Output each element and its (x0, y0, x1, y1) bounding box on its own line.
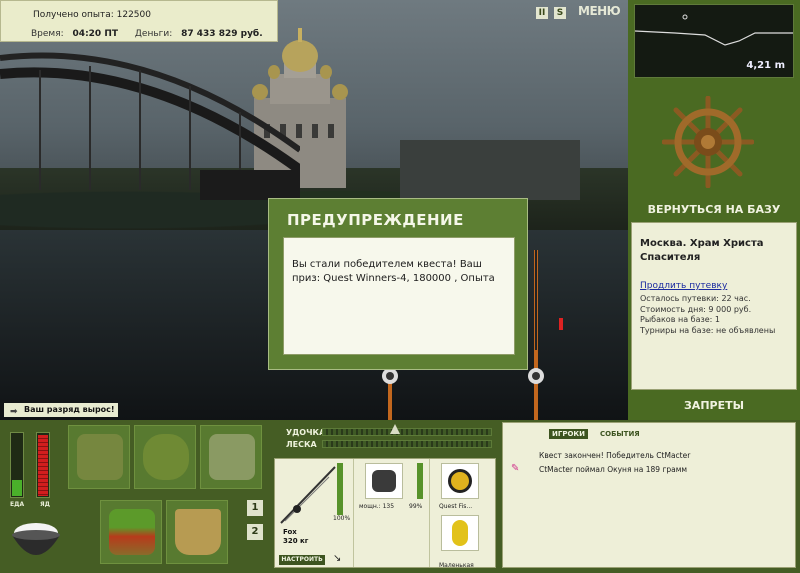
poison-bar-fill (38, 435, 48, 496)
reel-durability-bar (417, 463, 423, 499)
tackle-panel: 100% Fox 320 кг НАСТРОИТЬ ↘ мощн.: 135 9… (274, 458, 496, 569)
bridge-image (0, 52, 300, 200)
sound-button[interactable]: S (554, 7, 566, 19)
poison-bar (36, 432, 50, 498)
divider (429, 459, 430, 567)
rod-weight-text: 320 кг (283, 537, 309, 545)
tab-events[interactable]: СОБЫТИЯ (597, 429, 643, 439)
divider (353, 459, 354, 567)
rod-name-text: Fox (283, 528, 297, 536)
ship-wheel-icon[interactable] (662, 96, 754, 188)
return-to-base-button[interactable]: ВЕРНУТЬСЯ НА БАЗУ (628, 203, 800, 216)
quick-slot-2-button[interactable]: 2 (247, 524, 263, 540)
line-slot[interactable] (441, 463, 479, 499)
bait-bag-icon (209, 434, 255, 480)
dialog-body: Вы стали победителем квеста! Ваш приз: Q… (283, 237, 515, 355)
setup-button[interactable]: НАСТРОИТЬ (279, 555, 325, 565)
money-label: Деньги: (134, 29, 173, 39)
rank-up-notification[interactable]: ➡ Ваш разряд вырос! (4, 403, 118, 417)
line-name: Quest Fis... (439, 503, 473, 510)
money-value: 87 433 829 руб. (181, 29, 263, 39)
tab-players[interactable]: ИГРОКИ (549, 429, 588, 439)
quick-slot-1-button[interactable]: 1 (247, 500, 263, 516)
line-tension-meter (322, 440, 492, 448)
background-building (400, 140, 580, 200)
player-info-panel: Получено опыта: 122500 Время: 04:20 ПТ Д… (0, 0, 278, 42)
arrow-right-icon: ➡ (10, 407, 18, 417)
rod-meter-label: УДОЧКА (286, 428, 326, 437)
bucket-slot[interactable] (166, 500, 228, 564)
experience-label: Получено опыта: (33, 10, 114, 20)
location-info-line: Стоимость дня: 9 000 руб. (640, 305, 752, 314)
lure-slot[interactable] (441, 515, 479, 551)
game-screen: { "info": { "experience_label": "Получен… (0, 0, 800, 573)
chat-message: CtMacter поймал Окуня на 189 грамм (539, 465, 688, 474)
food-label: ЕДА (10, 501, 25, 508)
bucket-icon (175, 509, 221, 555)
menu-button[interactable]: МЕНЮ (578, 4, 621, 18)
reel-durability-value: 99% (409, 503, 423, 510)
location-info-line: Осталось путевки: 22 час. (640, 294, 751, 303)
location-info-box: Москва. Храм Христа Спасителя Продлить п… (631, 222, 797, 390)
line-meter-label: ЛЕСКА (286, 440, 317, 449)
extend-ticket-link[interactable]: Продлить путевку (640, 281, 727, 291)
location-info-line: Турниры на базе: не объявлены (640, 326, 776, 335)
food-bar (10, 432, 24, 498)
chat-panel: ИГРОКИ СОБЫТИЯ Квест закончен! Победител… (502, 422, 796, 568)
chat-message: Квест закончен! Победитель CtMacter (539, 451, 691, 460)
bag-slot[interactable] (134, 425, 196, 489)
pause-button[interactable]: II (536, 7, 548, 19)
vegetables-slot[interactable] (100, 500, 162, 564)
arrow-down-right-icon[interactable]: ↘ (333, 553, 341, 564)
meter-pointer-icon (390, 424, 400, 434)
food-bar-fill (12, 480, 22, 496)
vegetables-basket-icon (109, 509, 155, 555)
rod-durability-value: 100% (333, 515, 351, 522)
backpack-icon (77, 434, 123, 480)
reel-power-value: мощн.: 135 (359, 503, 395, 510)
lure-icon (452, 520, 468, 546)
location-title: Москва. Храм Христа Спасителя (640, 238, 764, 263)
poison-label: ЯД (40, 501, 50, 508)
backpack-slot[interactable] (68, 425, 130, 489)
dialog-message: Вы стали победителем квеста! Ваш приз: Q… (292, 259, 495, 284)
bag-icon (143, 434, 189, 480)
rod-icon[interactable] (279, 463, 337, 525)
food-pot-icon[interactable] (8, 515, 64, 567)
rod-durability-bar (337, 463, 343, 515)
rod-tension-meter (322, 428, 492, 436)
rod-name: Fox 320 кг (283, 528, 308, 546)
warning-dialog[interactable]: ПРЕДУПРЕЖДЕНИЕ Вы стали победителем квес… (268, 198, 528, 370)
time-money-row: Время: 04:20 ПТ Деньги: 87 433 829 руб. (31, 29, 263, 39)
depth-map: 4,21 m (634, 4, 794, 78)
location-info-line: Рыбаков на базе: 1 (640, 315, 720, 324)
time-label: Время: (31, 29, 64, 39)
lure-name: Маленькая (439, 562, 474, 569)
fishing-line-spool-icon (448, 469, 472, 493)
bans-button[interactable]: ЗАПРЕТЫ (628, 399, 800, 412)
fish-icon: ✎ (511, 463, 520, 474)
experience-value: 122500 (116, 10, 151, 20)
reel-slot[interactable] (365, 463, 403, 499)
time-value: 04:20 ПТ (72, 29, 118, 39)
experience-row: Получено опыта: 122500 (33, 10, 151, 20)
baits-slot[interactable] (200, 425, 262, 489)
dialog-title: ПРЕДУПРЕЖДЕНИЕ (287, 211, 464, 229)
float-bobber (559, 318, 563, 330)
reel-icon (372, 470, 396, 492)
rank-up-text: Ваш разряд вырос! (24, 405, 115, 414)
depth-value: 4,21 m (746, 60, 785, 71)
